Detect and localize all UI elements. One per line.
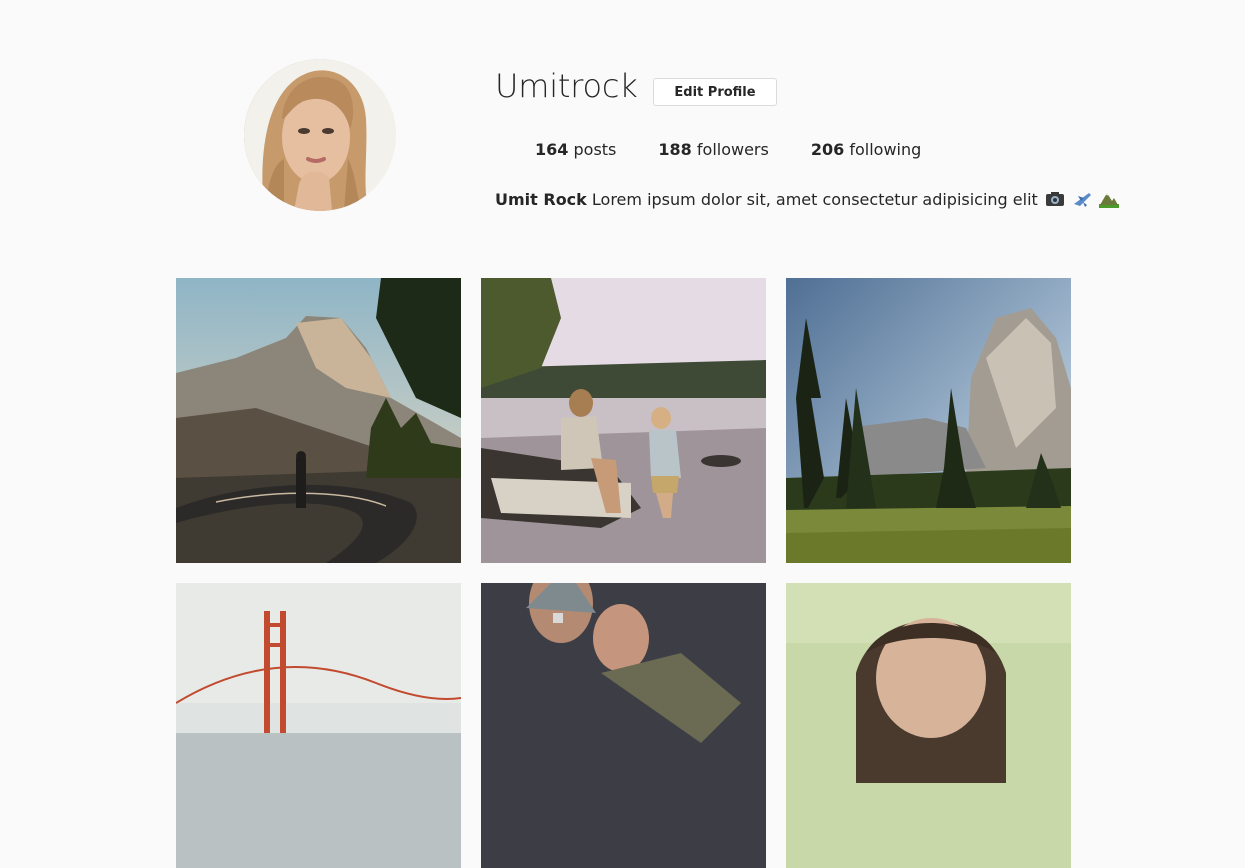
edit-profile-button[interactable]: Edit Profile [653,78,777,106]
lake-mother-child-photo [481,278,766,563]
woman-portrait-photo [786,583,1071,868]
mountain-icon [1099,193,1120,208]
followers-count: 188 [658,140,692,159]
post-tile[interactable] [481,583,766,868]
half-dome-road-photo [176,278,461,563]
following-count: 206 [810,140,845,159]
camera-icon [1045,192,1064,206]
post-tile[interactable] [786,583,1071,868]
profile-stats: 164 posts 188 followers 206 following [535,138,963,162]
following-stat[interactable]: 206 following [811,138,921,162]
bio-name: Umit Rock [495,190,587,209]
photo-grid [176,278,1071,868]
golden-gate-bridge-photo [176,583,461,868]
post-tile[interactable] [481,278,766,563]
post-tile[interactable] [176,278,461,563]
profile-avatar[interactable] [244,59,396,211]
posts-count: 164 [535,140,569,159]
posts-stat[interactable]: 164 posts [535,138,616,162]
post-tile[interactable] [176,583,461,868]
profile-bio: Umit Rock Lorem ipsum dolor sit, amet co… [495,188,1120,212]
post-tile[interactable] [786,278,1071,563]
bio-text: Lorem ipsum dolor sit, amet consectetur … [591,190,1038,209]
airplane-icon [1074,193,1091,207]
el-capitan-meadow-photo [786,278,1071,563]
profile-username: Umitrock [495,67,638,105]
posts-label: posts [573,140,617,159]
following-label: following [849,140,922,159]
followers-stat[interactable]: 188 followers [658,138,768,162]
followers-label: followers [696,140,769,159]
hands-phone-photo [481,583,766,868]
avatar-image [244,59,396,211]
